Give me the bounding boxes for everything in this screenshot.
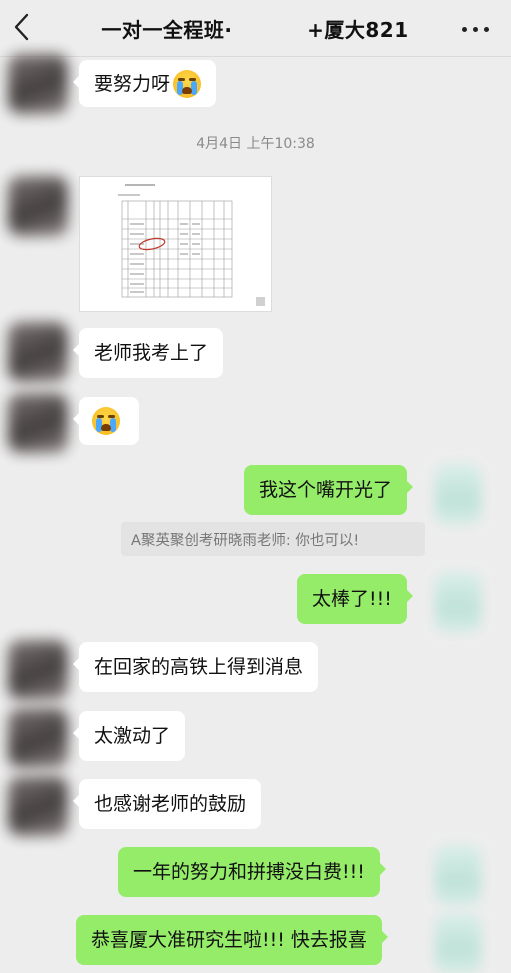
avatar-self[interactable] (435, 913, 481, 973)
avatar[interactable] (8, 640, 68, 700)
crying-face-emoji-icon (92, 407, 120, 435)
message-bubble[interactable]: 也感谢老师的鼓励 (72, 779, 262, 829)
avatar[interactable] (8, 176, 68, 236)
avatar[interactable] (8, 776, 68, 836)
avatar[interactable] (8, 393, 68, 453)
message-text: 老师我考上了 (94, 342, 209, 364)
document-table-thumbnail (80, 177, 271, 311)
message-text: 太棒了!!! (312, 588, 392, 610)
quoted-message[interactable]: A聚英聚创考研晓雨老师: 你也可以! (121, 522, 425, 556)
message-text: 在回家的高铁上得到消息 (94, 656, 304, 678)
message-text: 一年的努力和拼搏没白费!!! (133, 861, 365, 883)
avatar-self[interactable] (435, 464, 481, 524)
chevron-left-icon[interactable] (10, 12, 34, 42)
message-bubble[interactable]: 要努力呀 (72, 60, 217, 107)
avatar-self[interactable] (435, 572, 481, 632)
message-bubble-outgoing[interactable]: 一年的努力和拼搏没白费!!! (118, 847, 386, 897)
message-text: 也感谢老师的鼓励 (94, 793, 247, 815)
message-bubble-outgoing[interactable]: 我这个嘴开光了 (244, 465, 414, 515)
message-bubble[interactable]: 老师我考上了 (72, 328, 224, 378)
avatar[interactable] (8, 708, 68, 768)
message-bubble[interactable] (73, 397, 139, 445)
message-bubble-outgoing[interactable]: 太棒了!!! (297, 574, 413, 624)
avatar-self[interactable] (435, 845, 481, 905)
message-text: 恭喜厦大准研究生啦!!! 快去报喜 (91, 929, 367, 951)
message-bubble[interactable]: 在回家的高铁上得到消息 (72, 642, 319, 692)
message-text: 要努力呀 (94, 72, 171, 95)
image-message[interactable] (79, 176, 272, 312)
avatar[interactable] (8, 322, 68, 382)
chat-title: 一对一全程班· +厦大821 (101, 18, 409, 42)
message-bubble[interactable]: 太激动了 (72, 711, 186, 761)
message-bubble-outgoing[interactable]: 恭喜厦大准研究生啦!!! 快去报喜 (76, 915, 388, 965)
crying-face-emoji-icon (173, 69, 202, 98)
chat-header: 一对一全程班· +厦大821 (0, 0, 511, 57)
more-horizontal-icon[interactable] (462, 27, 490, 33)
message-timestamp: 4月4日 上午10:38 (196, 136, 315, 152)
avatar[interactable] (8, 54, 68, 114)
message-text: 太激动了 (94, 725, 171, 747)
message-text: 我这个嘴开光了 (259, 479, 393, 501)
